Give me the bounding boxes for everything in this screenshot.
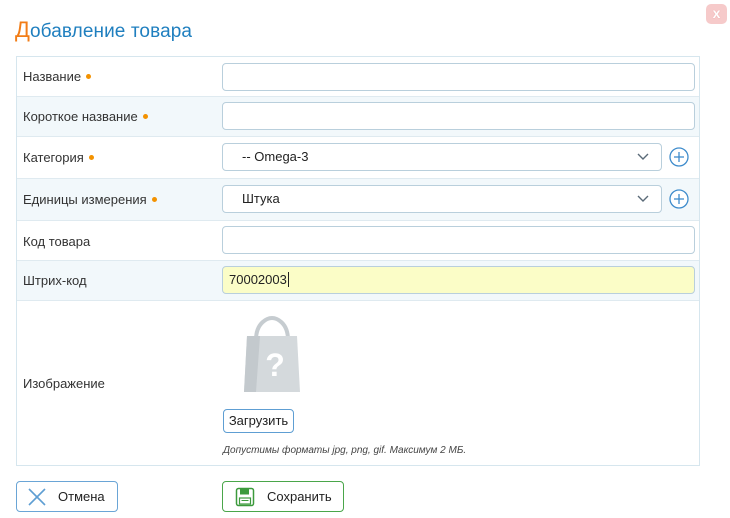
barcode-value: 70002003 [229,272,287,287]
code-input[interactable] [222,226,695,254]
form-row-barcode: Штрих-код 70002003 [17,261,699,301]
product-form: Название Короткое название Категория -- … [16,56,700,466]
close-button[interactable]: x [706,4,727,24]
dialog-title: Добавление товара [15,17,192,43]
form-row-category: Категория -- Omega-3 [17,137,699,179]
add-unit-plus-icon[interactable] [669,189,689,209]
units-label: Единицы измерения [23,192,157,207]
required-marker [142,114,148,120]
svg-text:?: ? [265,347,285,383]
form-row-image: Изображение [17,301,699,465]
form-row-units: Единицы измерения Штука [17,179,699,221]
shopping-bag-question-icon: ? [244,315,300,392]
required-marker [88,155,94,161]
category-select[interactable]: -- Omega-3 [222,143,662,171]
form-row-name: Название [17,57,699,97]
barcode-input[interactable]: 70002003 [222,266,695,294]
units-select-value: Штука [242,191,280,206]
upload-button[interactable]: Загрузить [223,409,294,433]
units-select[interactable]: Штука [222,185,662,213]
dialog-title-text: обавление товара [30,21,193,42]
form-row-code: Код товара [17,221,699,261]
dialog-title-first-letter: Д [15,17,30,42]
chevron-down-icon [637,195,649,202]
category-select-value: -- Omega-3 [242,149,309,164]
cancel-button-label: Отмена [58,489,105,504]
chevron-down-icon [637,153,649,160]
text-caret [287,272,289,288]
required-marker [86,74,92,80]
short-name-input[interactable] [222,102,695,130]
add-category-plus-icon[interactable] [669,147,689,167]
save-button-label: Сохранить [267,489,332,504]
required-marker [151,197,157,203]
category-label: Категория [23,150,94,165]
short-name-label: Короткое название [23,109,148,124]
name-input[interactable] [222,63,695,91]
close-icon: x [712,5,721,21]
floppy-disk-icon [235,487,255,507]
cancel-button[interactable]: Отмена [16,481,118,512]
x-icon [28,488,46,506]
name-label: Название [23,69,92,84]
upload-hint: Допустимы форматы jpg, png, gif. Максиму… [223,445,467,456]
barcode-label: Штрих-код [23,273,87,288]
form-row-short-name: Короткое название [17,97,699,137]
code-label: Код товара [23,234,91,249]
save-button[interactable]: Сохранить [222,481,344,512]
image-label: Изображение [23,376,105,391]
